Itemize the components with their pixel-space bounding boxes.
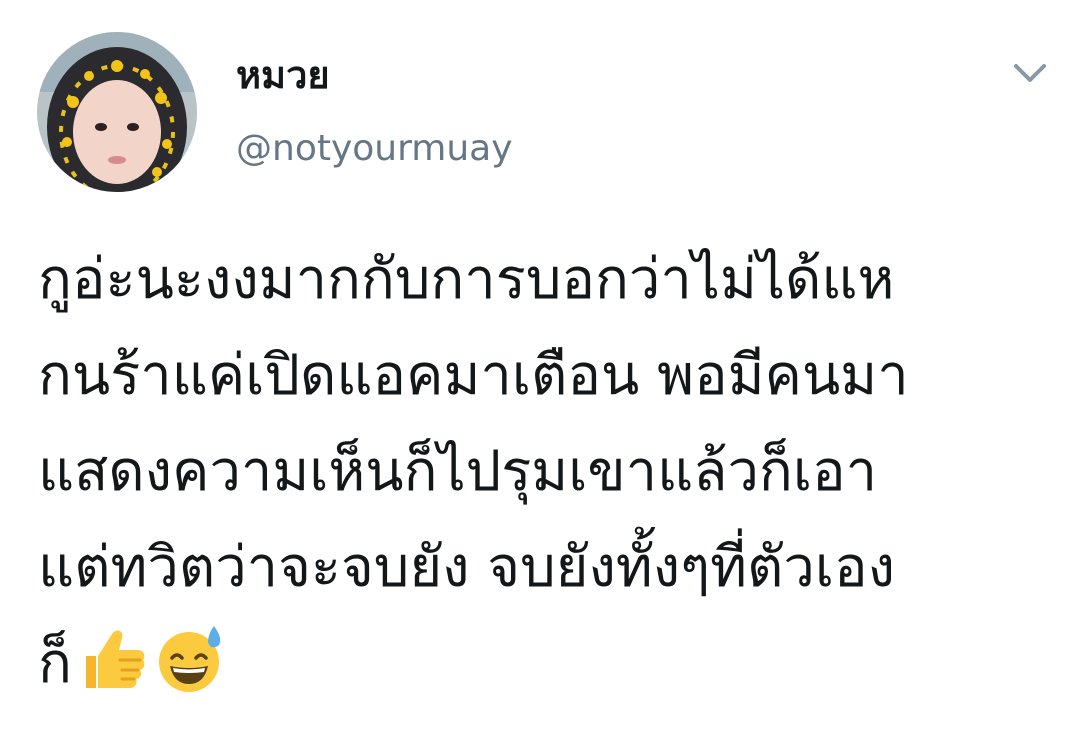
display-name[interactable]: หมวย [236,50,330,100]
tweet-text: กูอ่ะนะงงมากกับการบอกว่าไม่ได้แห กนร้าแค… [38,232,1048,712]
tweet-text-line: แต่ทวิตว่าจะจบยัง จบยังทั้งๆที่ตัวเอง [38,535,895,600]
tweet-text-line: ก็ [38,631,72,696]
avatar[interactable] [37,32,197,192]
tweet[interactable]: หมวย @notyourmuay กูอ่ะนะงงมากกับการบอกว… [0,0,1080,741]
tweet-text-line: กนร้าแค่เปิดแอคมาเตือน พอมีคนมา [38,343,909,408]
thumbs-up-icon [76,622,150,696]
avatar-image [37,32,197,192]
grinning-sweat-icon [154,622,228,696]
chevron-down-icon[interactable] [1008,56,1052,92]
user-handle[interactable]: @notyourmuay [236,124,513,174]
tweet-text-last-line: ก็ [38,616,1048,712]
tweet-text-line: แสดงความเห็นก็ไปรุมเขาแล้วก็เอา [38,439,878,504]
tweet-text-line: กูอ่ะนะงงมากกับการบอกว่าไม่ได้แห [38,247,895,312]
